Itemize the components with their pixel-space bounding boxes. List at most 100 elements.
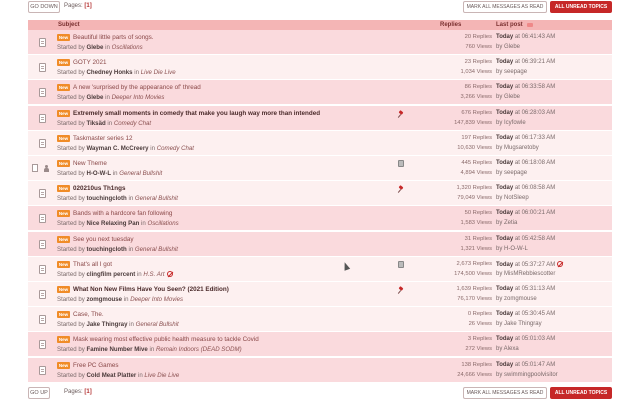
last-post-author[interactable]: by Glebe bbox=[496, 44, 520, 50]
board-link[interactable]: Comedy Chat bbox=[114, 120, 151, 127]
last-post-author[interactable]: by NotSleep bbox=[496, 195, 529, 201]
new-badge[interactable]: New bbox=[57, 361, 70, 369]
topic-row[interactable]: New Free PC Games Started by Cold Meat Pla… bbox=[28, 357, 612, 383]
last-post-date[interactable]: Today at 05:30:45 AM bbox=[496, 311, 555, 317]
author-link[interactable]: Glebe bbox=[86, 44, 103, 51]
new-badge[interactable]: New bbox=[57, 84, 70, 92]
last-post-date[interactable]: Today at 05:37:27 AM bbox=[496, 260, 564, 268]
last-post-date[interactable]: Today at 06:08:58 AM bbox=[496, 185, 555, 191]
new-badge[interactable]: New bbox=[57, 34, 70, 41]
topic-title-link[interactable]: What Non New Films Have You Seen? (2021 … bbox=[73, 286, 229, 293]
topic-row[interactable]: New Mask wearing most effective public he… bbox=[28, 332, 612, 358]
author-link[interactable]: Cold Meat Platter bbox=[86, 372, 136, 379]
mark-all-read-button[interactable]: MARK ALL MESSAGES AS READ bbox=[463, 387, 547, 399]
topic-title-link[interactable]: New Theme bbox=[73, 160, 107, 167]
author-link[interactable]: zomgmouse bbox=[86, 296, 122, 303]
board-link[interactable]: Deeper Into Movies bbox=[112, 94, 165, 101]
topic-row[interactable]: New New Theme Started by H-O-W-L in Genera… bbox=[28, 156, 612, 181]
new-badge[interactable]: New bbox=[57, 160, 70, 167]
mark-all-read-button[interactable]: MARK ALL MESSAGES AS READ bbox=[463, 1, 547, 13]
last-post-date[interactable]: Today at 06:41:43 AM bbox=[496, 34, 555, 40]
last-post-author[interactable]: by Mugsaretoby bbox=[496, 145, 539, 151]
topic-title-link[interactable]: 020210us Th1ngs bbox=[73, 185, 126, 192]
topic-row[interactable]: New See you next tuesday Started by touchi… bbox=[28, 231, 612, 257]
last-post-author[interactable]: by MisMRebbiescotter bbox=[496, 271, 555, 277]
last-post-date[interactable]: Today at 06:17:33 AM bbox=[496, 135, 555, 141]
last-post-column-header[interactable]: Last post bbox=[496, 22, 523, 28]
board-link[interactable]: Remain Indoors (DEAD SODM) bbox=[156, 346, 242, 353]
topic-row[interactable]: New Beautiful little parts of songs. Start… bbox=[28, 30, 612, 55]
go-down-button[interactable]: GO DOWN bbox=[28, 1, 60, 13]
sort-icon[interactable] bbox=[527, 23, 533, 27]
topic-row[interactable]: New Extremely small moments in comedy tha… bbox=[28, 105, 612, 131]
topic-title-link[interactable]: See you next tuesday bbox=[73, 236, 134, 243]
author-link[interactable]: Chedney Honks bbox=[86, 69, 132, 76]
new-badge[interactable]: New bbox=[57, 286, 70, 293]
all-unread-topics-button[interactable]: ALL UNREAD TOPICS bbox=[550, 1, 612, 13]
last-post-author[interactable]: by Zetia bbox=[496, 220, 517, 226]
topic-row[interactable]: New Bands with a hardcore fan following St… bbox=[28, 206, 612, 232]
topic-title-link[interactable]: That's all I got bbox=[73, 261, 112, 268]
topic-title-link[interactable]: Bands with a hardcore fan following bbox=[73, 210, 172, 217]
author-link[interactable]: Jake Thingray bbox=[86, 321, 127, 328]
author-link[interactable]: touchingcloth bbox=[86, 195, 126, 202]
last-post-author[interactable]: by seepage bbox=[496, 69, 527, 75]
last-post-date[interactable]: Today at 05:01:03 AM bbox=[496, 336, 555, 342]
subject-column-header[interactable]: Subject bbox=[58, 22, 80, 28]
new-badge[interactable]: New bbox=[57, 134, 70, 142]
topic-title-link[interactable]: GOTY 2021 bbox=[73, 59, 107, 66]
board-link[interactable]: Comedy Chat bbox=[157, 145, 194, 152]
board-link[interactable]: H.S. Art bbox=[143, 271, 164, 278]
author-link[interactable]: Tiksäd bbox=[86, 120, 105, 127]
go-up-button[interactable]: GO UP bbox=[28, 387, 50, 399]
all-unread-topics-button[interactable]: ALL UNREAD TOPICS bbox=[550, 387, 612, 399]
new-badge[interactable]: New bbox=[57, 260, 70, 268]
topic-row[interactable]: New Case, The. Started by Jake Thingray in… bbox=[28, 307, 612, 333]
last-post-author[interactable]: by Alexa bbox=[496, 346, 519, 352]
topic-title-link[interactable]: A new 'surprised by the appearance of' t… bbox=[73, 84, 201, 91]
last-post-author[interactable]: by Icyfowle bbox=[496, 120, 526, 126]
topic-title-link[interactable]: Mask wearing most effective public healt… bbox=[73, 336, 259, 343]
last-post-author[interactable]: by zomgmouse bbox=[496, 296, 537, 302]
author-link[interactable]: Wayman C. McCreery bbox=[86, 145, 148, 152]
last-post-author[interactable]: by Jake Thingray bbox=[496, 321, 542, 327]
last-post-date[interactable]: Today at 06:00:21 AM bbox=[496, 210, 555, 216]
board-link[interactable]: General Bullshit bbox=[135, 246, 178, 253]
topic-title-link[interactable]: Beautiful little parts of songs. bbox=[73, 34, 154, 41]
topic-row[interactable]: New That's all I got Started by clingfilm … bbox=[28, 256, 612, 282]
new-badge[interactable]: New bbox=[57, 235, 70, 243]
board-link[interactable]: Oscillations bbox=[112, 44, 143, 51]
last-post-date[interactable]: Today at 06:28:03 AM bbox=[496, 110, 555, 116]
author-link[interactable]: clingfilm percent bbox=[86, 271, 135, 278]
new-badge[interactable]: New bbox=[57, 59, 70, 67]
author-link[interactable]: Glebe bbox=[86, 94, 103, 101]
board-link[interactable]: Oscillations bbox=[147, 220, 178, 227]
topic-title-link[interactable]: Taskmaster series 12 bbox=[73, 135, 133, 142]
board-link[interactable]: General Bullshit bbox=[136, 321, 179, 328]
topic-title-link[interactable]: Case, The. bbox=[73, 311, 104, 318]
last-post-date[interactable]: Today at 06:33:58 AM bbox=[496, 84, 555, 90]
new-badge[interactable]: New bbox=[57, 336, 70, 344]
topic-row[interactable]: New What Non New Films Have You Seen? (20… bbox=[28, 282, 612, 307]
last-post-author[interactable]: by seepage bbox=[496, 170, 527, 176]
topic-row[interactable]: New GOTY 2021 Started by Chedney Honks in … bbox=[28, 55, 612, 81]
board-link[interactable]: Live Die Live bbox=[141, 69, 176, 76]
last-post-date[interactable]: Today at 06:39:21 AM bbox=[496, 59, 555, 65]
board-link[interactable]: General Bullshit bbox=[119, 170, 162, 177]
topic-row[interactable]: New Taskmaster series 12 Started by Wayman… bbox=[28, 130, 612, 156]
new-badge[interactable]: New bbox=[57, 311, 70, 319]
last-post-author[interactable]: by H-O-W-L bbox=[496, 246, 528, 252]
replies-column-header[interactable]: Replies bbox=[440, 22, 461, 28]
author-link[interactable]: touchingcloth bbox=[86, 246, 126, 253]
board-link[interactable]: Deeper Into Movies bbox=[130, 296, 183, 303]
author-link[interactable]: H-O-W-L bbox=[86, 170, 111, 177]
page-number-link[interactable]: [1] bbox=[84, 3, 91, 9]
last-post-author[interactable]: by Glebe bbox=[496, 94, 520, 100]
last-post-date[interactable]: Today at 05:01:47 AM bbox=[496, 362, 555, 368]
new-badge[interactable]: New bbox=[57, 210, 70, 218]
topic-title-link[interactable]: Free PC Games bbox=[73, 362, 119, 369]
new-badge[interactable]: New bbox=[57, 185, 70, 193]
board-link[interactable]: General Bullshit bbox=[135, 195, 178, 202]
last-post-date[interactable]: Today at 05:31:13 AM bbox=[496, 286, 555, 292]
author-link[interactable]: Nice Relaxing Pan bbox=[86, 220, 139, 227]
